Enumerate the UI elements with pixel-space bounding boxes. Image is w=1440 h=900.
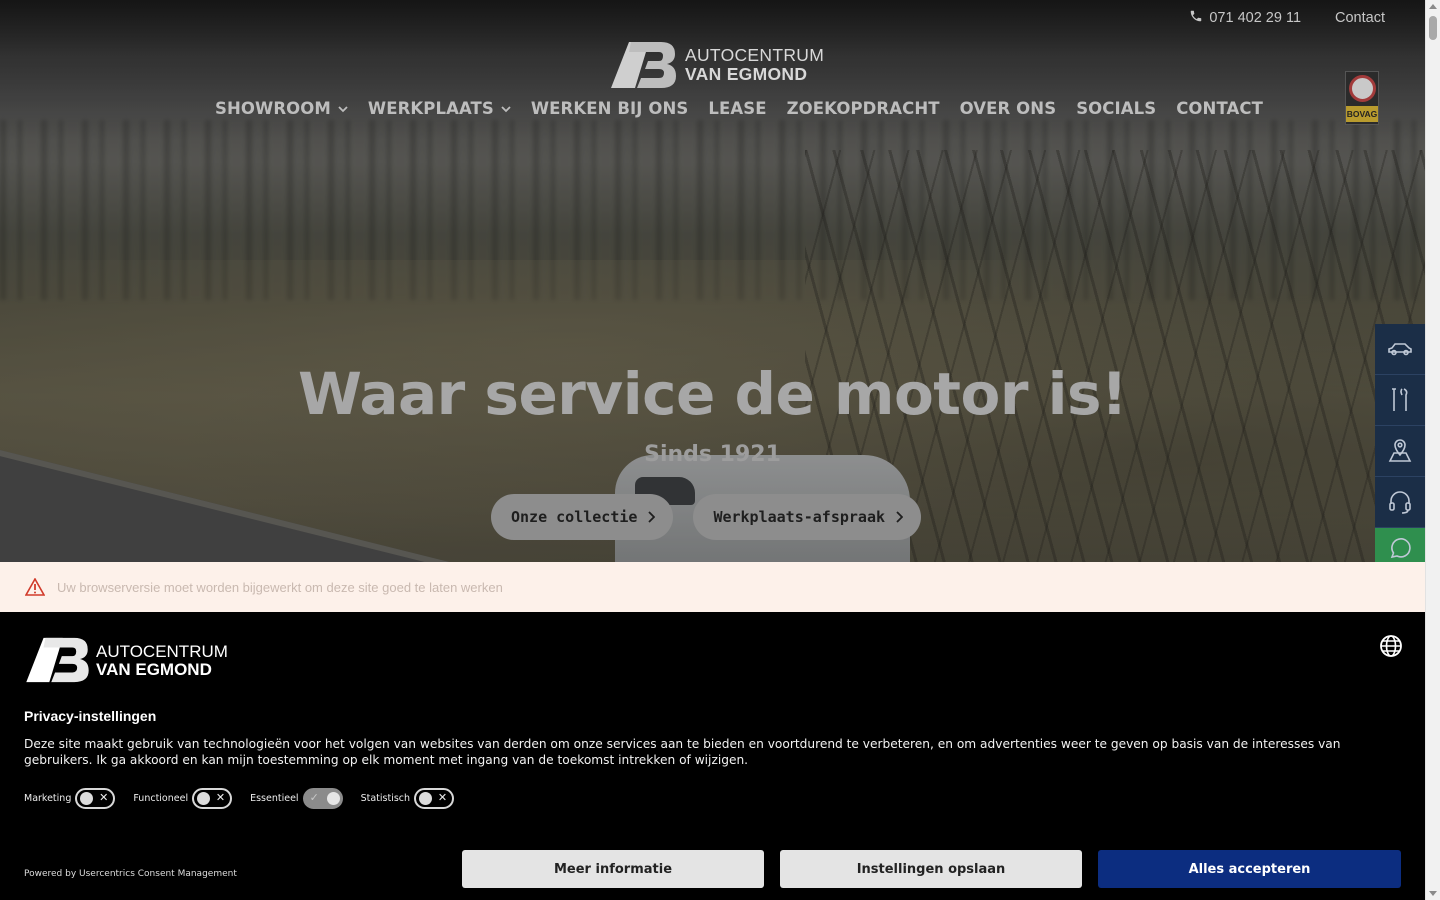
phone-icon bbox=[1189, 9, 1203, 27]
side-car-button[interactable] bbox=[1375, 324, 1425, 375]
scroll-thumb[interactable] bbox=[1429, 16, 1437, 40]
warning-icon bbox=[25, 578, 45, 596]
side-tools-button[interactable] bbox=[1375, 375, 1425, 426]
side-support-button[interactable] bbox=[1375, 477, 1425, 528]
marketing-switch[interactable]: ✕ bbox=[75, 788, 116, 809]
alles-accepteren-button[interactable]: Alles accepteren bbox=[1098, 850, 1401, 888]
consent-logo-line2: VAN EGMOND bbox=[96, 659, 212, 679]
functioneel-switch[interactable]: ✕ bbox=[192, 788, 233, 809]
nav-contact[interactable]: CONTACT bbox=[1176, 99, 1263, 118]
hero-subtitle: Sinds 1921 bbox=[644, 442, 781, 467]
nav-over-ons[interactable]: OVER ONS bbox=[960, 99, 1057, 118]
site-logo[interactable]: AUTOCENTRUM VAN EGMOND bbox=[609, 40, 824, 90]
close-icon: ✕ bbox=[99, 791, 109, 804]
onze-collectie-button[interactable]: Onze collectie bbox=[491, 494, 674, 540]
logo-mark-icon bbox=[26, 637, 89, 683]
statistisch-switch[interactable]: ✕ bbox=[414, 788, 455, 809]
language-globe-icon[interactable] bbox=[1379, 634, 1403, 658]
chevron-down-icon bbox=[338, 105, 348, 112]
instellingen-opslaan-button[interactable]: Instellingen opslaan bbox=[780, 850, 1082, 888]
quick-access-bar bbox=[1375, 324, 1425, 568]
nav-zoekopdracht[interactable]: ZOEKOPDRACHT bbox=[787, 99, 940, 118]
bovag-seal-icon bbox=[1349, 75, 1376, 102]
scroll-up-icon[interactable] bbox=[1429, 4, 1437, 9]
logo-line2: VAN EGMOND bbox=[685, 63, 808, 84]
close-icon: ✕ bbox=[437, 791, 448, 804]
nav-socials[interactable]: SOCIALS bbox=[1076, 99, 1156, 118]
consent-logo: AUTOCENTRUM VAN EGMOND bbox=[24, 636, 228, 684]
browser-warning-banner: Uw browserversie moet worden bijgewerkt … bbox=[0, 562, 1425, 612]
scroll-down-icon[interactable] bbox=[1429, 891, 1437, 896]
page-scrollbar[interactable] bbox=[1425, 0, 1440, 900]
map-location-icon bbox=[1388, 439, 1412, 462]
toggle-marketing: Marketing ✕ bbox=[24, 788, 123, 809]
phone-link[interactable]: 071 402 29 11 bbox=[1189, 9, 1301, 27]
tools-icon bbox=[1392, 388, 1408, 411]
consent-text: Deze site maakt gebruik van technologieë… bbox=[24, 737, 1341, 767]
side-location-button[interactable] bbox=[1375, 426, 1425, 477]
meer-informatie-button[interactable]: Meer informatie bbox=[462, 850, 764, 888]
main-nav: SHOWROOM WERKPLAATS WERKEN BIJ ONS LEASE… bbox=[215, 99, 1263, 118]
logo-mark-icon bbox=[611, 42, 676, 88]
headset-icon bbox=[1389, 491, 1411, 514]
nav-werken-bij-ons[interactable]: WERKEN BIJ ONS bbox=[531, 99, 689, 118]
powered-by-link[interactable]: Powered by Usercentrics Consent Manageme… bbox=[24, 869, 237, 879]
consent-dialog: AUTOCENTRUM VAN EGMOND Privacy-instellin… bbox=[0, 612, 1425, 900]
toggle-statistisch: Statistisch ✕ bbox=[361, 788, 462, 809]
phone-number: 071 402 29 11 bbox=[1209, 10, 1302, 26]
bovag-badge[interactable]: BOVAG bbox=[1345, 71, 1379, 125]
toggle-essentieel: Essentieel ✓ bbox=[250, 788, 350, 809]
essentieel-switch[interactable]: ✓ bbox=[302, 788, 343, 809]
consent-buttons: Meer informatie Instellingen opslaan All… bbox=[462, 850, 1401, 888]
consent-logo-line1: AUTOCENTRUM bbox=[96, 641, 228, 661]
toggle-functioneel: Functioneel ✕ bbox=[133, 788, 240, 809]
top-bar: 071 402 29 11 Contact bbox=[0, 0, 1425, 36]
logo-line1: AUTOCENTRUM bbox=[685, 45, 825, 65]
check-icon: ✓ bbox=[309, 791, 319, 804]
consent-title: Privacy-instellingen bbox=[24, 708, 157, 724]
consent-toggles: Marketing ✕ Functioneel ✕ Essentieel ✓ S… bbox=[24, 788, 462, 809]
werkplaats-afspraak-button[interactable]: Werkplaats-afspraak bbox=[693, 494, 922, 540]
chevron-right-icon bbox=[896, 511, 904, 523]
hero-headline: Waar service de motor is! bbox=[297, 360, 1128, 428]
chevron-right-icon bbox=[648, 511, 656, 523]
contact-link[interactable]: Contact bbox=[1335, 10, 1385, 26]
nav-showroom[interactable]: SHOWROOM bbox=[215, 99, 348, 118]
whatsapp-icon bbox=[1390, 537, 1411, 558]
nav-werkplaats[interactable]: WERKPLAATS bbox=[368, 99, 511, 118]
car-icon bbox=[1388, 343, 1412, 356]
hero-cta-row: Onze collectie Werkplaats-afspraak bbox=[491, 494, 922, 540]
nav-lease[interactable]: LEASE bbox=[708, 99, 766, 118]
bovag-label: BOVAG bbox=[1346, 106, 1378, 122]
chevron-down-icon bbox=[501, 105, 511, 112]
close-icon: ✕ bbox=[215, 791, 226, 804]
warning-text: Uw browserversie moet worden bijgewerkt … bbox=[57, 579, 503, 595]
